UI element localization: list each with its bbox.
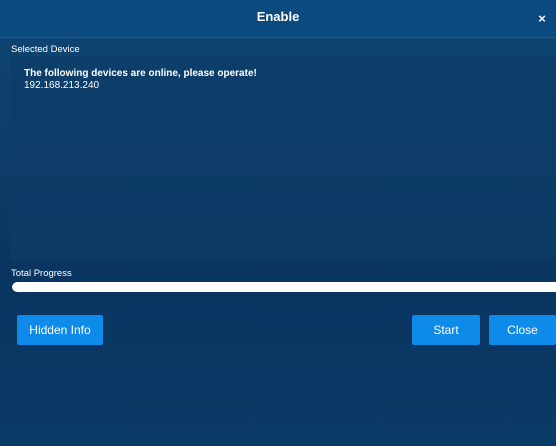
device-ip-address: 192.168.213.240 — [24, 80, 100, 91]
enable-dialog: Enable × Selected Device The following d… — [0, 0, 556, 446]
close-icon[interactable]: × — [536, 12, 548, 25]
device-list-panel: The following devices are online, please… — [10, 57, 556, 262]
progress-fill — [12, 282, 556, 292]
hidden-info-button[interactable]: Hidden Info — [17, 315, 103, 345]
device-online-message: The following devices are online, please… — [24, 68, 257, 79]
close-button[interactable]: Close — [489, 315, 556, 345]
selected-device-label: Selected Device — [11, 44, 80, 55]
total-progress-label: Total Progress — [11, 268, 72, 279]
start-button[interactable]: Start — [412, 315, 480, 345]
title-bar: Enable × — [0, 0, 556, 38]
dialog-title: Enable — [256, 9, 300, 24]
total-progress-bar — [12, 282, 556, 292]
